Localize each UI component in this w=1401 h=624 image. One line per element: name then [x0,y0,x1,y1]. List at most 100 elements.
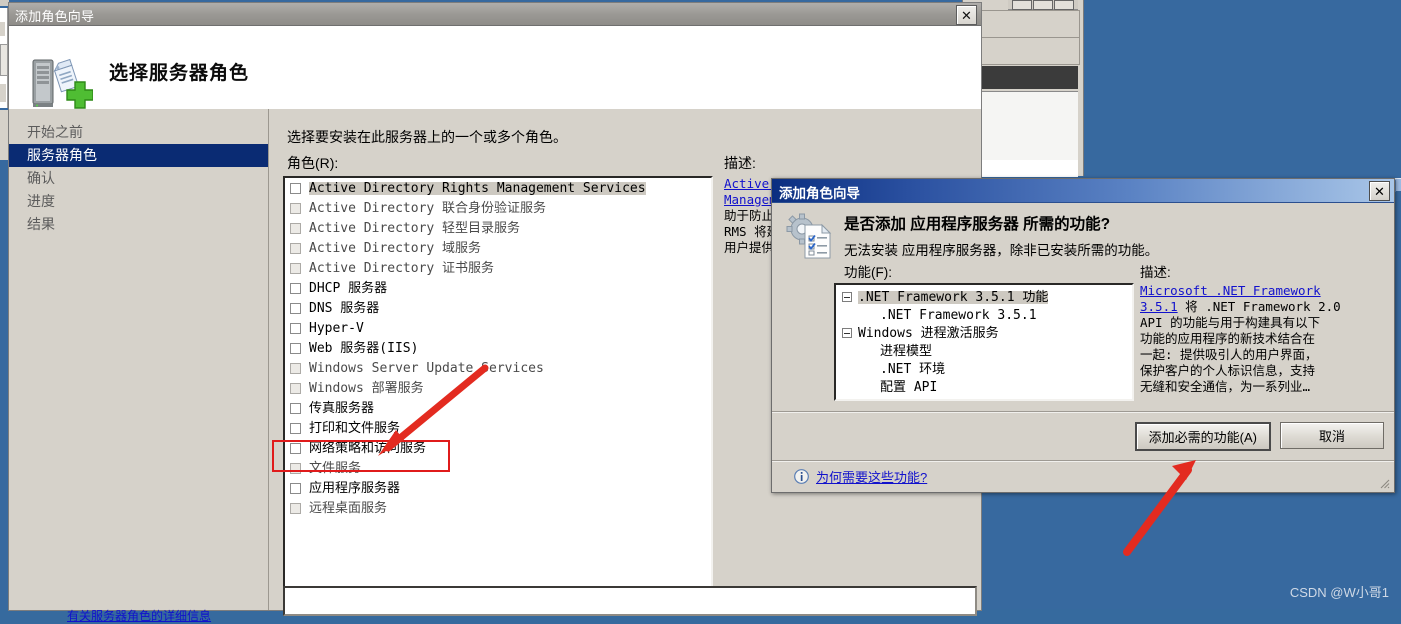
checkbox-icon[interactable] [290,242,301,254]
cancel-button[interactable]: 取消 [1280,422,1384,449]
feature-label: 配置 API [880,379,938,395]
dialog-description-line: API 的功能与用于构建具有以下 [1140,315,1321,330]
dotnet-framework-link-cont[interactable]: 3.5.1 [1140,299,1178,314]
feature-tree-item[interactable]: Windows 进程激活服务 [836,324,1132,342]
dialog-description-line: Microsoft .NET Framework [1140,283,1384,299]
role-label: 网络策略和访问服务 [309,440,427,456]
add-required-features-button[interactable]: 添加必需的功能(A) [1134,422,1271,451]
left-edge-fragment-6 [0,110,8,160]
feature-label: .NET Framework 3.5.1 功能 [858,289,1049,305]
role-list-item[interactable]: DHCP 服务器 [285,278,711,298]
checkbox-icon[interactable] [290,282,301,294]
info-icon [794,469,809,484]
close-icon[interactable]: ✕ [956,5,977,25]
role-list-item[interactable]: 打印和文件服务 [285,418,711,438]
dialog-title-bar: 添加角色向导 ✕ [772,179,1394,203]
dotnet-framework-link[interactable]: Microsoft .NET Framework [1140,283,1321,298]
feature-label: 进程模型 [880,343,933,359]
background-maximize-button[interactable] [1033,0,1053,10]
close-icon[interactable]: ✕ [1369,181,1390,201]
role-label: Active Directory 联合身份验证服务 [309,200,547,216]
background-dark-row [979,66,1078,89]
checkbox-icon[interactable] [290,322,301,334]
background-white-panel [979,91,1078,160]
role-label: DNS 服务器 [309,300,380,316]
role-list-item[interactable]: Active Directory 轻型目录服务 [285,218,711,238]
checkbox-icon[interactable] [290,302,301,314]
roles-list[interactable]: Active Directory Rights Management Servi… [283,176,713,612]
dialog-separator [772,411,1394,413]
sidebar-item-0[interactable]: 开始之前 [9,121,268,144]
role-label: Hyper-V [309,320,364,336]
checkbox-icon[interactable] [290,342,301,354]
checkbox-icon[interactable] [290,422,301,434]
role-list-item[interactable]: Active Directory 域服务 [285,238,711,258]
feature-label: Windows 进程激活服务 [858,325,999,341]
role-list-item[interactable]: 远程桌面服务 [285,498,711,518]
role-list-item[interactable]: 文件服务 [285,458,711,478]
wizard-bottom-field [283,586,977,616]
collapse-icon[interactable] [842,292,852,302]
role-list-item[interactable]: Windows 部署服务 [285,378,711,398]
checkbox-icon[interactable] [290,382,301,394]
dialog-help-row: 为何需要这些功能? [794,467,927,486]
checkbox-icon[interactable] [290,462,301,474]
sidebar-item-4[interactable]: 结果 [9,213,268,236]
role-label: Active Directory 域服务 [309,240,482,256]
features-tree[interactable]: .NET Framework 3.5.1 功能 .NET Framework 3.… [834,283,1134,401]
sidebar-item-3[interactable]: 进度 [9,190,268,213]
role-list-item[interactable]: Active Directory 证书服务 [285,258,711,278]
intro-text: 选择要安装在此服务器上的一个或多个角色。 [287,129,567,145]
dialog-button-row: 添加必需的功能(A) 取消 [1134,422,1384,451]
left-edge-fragment-5 [0,84,6,102]
background-minimize-button[interactable] [1012,0,1032,10]
why-features-link[interactable]: 为何需要这些功能? [816,467,927,486]
left-edge-fragment-3 [0,22,5,36]
role-list-item[interactable]: Hyper-V [285,318,711,338]
checkbox-icon[interactable] [290,202,301,214]
dialog-description-line: 一起: 提供吸引人的用户界面， [1140,347,1318,362]
role-label: Windows 部署服务 [309,380,424,396]
background-panel-row-2 [979,37,1080,65]
role-label: Windows Server Update Services [309,360,544,376]
resize-grip-icon[interactable] [1378,477,1390,489]
role-list-item[interactable]: 应用程序服务器 [285,478,711,498]
feature-label: .NET Framework 3.5.1 [880,307,1037,323]
add-features-dialog: 添加角色向导 ✕ 是否添加 应用程序服务器 所需的功能? 无法安装 应用程序服务… [771,178,1395,493]
checkbox-icon[interactable] [290,402,301,414]
sidebar-item-1[interactable]: 服务器角色 [9,144,268,167]
role-list-item[interactable]: 网络策略和访问服务 [285,438,711,458]
feature-tree-item[interactable]: .NET 环境 [836,360,1132,378]
dialog-description-label: 描述: [1140,265,1171,280]
role-list-item[interactable]: 传真服务器 [285,398,711,418]
background-close-button[interactable] [1054,0,1074,10]
gear-checklist-icon [786,213,832,259]
feature-tree-item[interactable]: .NET Framework 3.5.1 [836,306,1132,324]
feature-tree-item[interactable]: .NET Framework 3.5.1 功能 [836,288,1132,306]
checkbox-icon[interactable] [290,262,301,274]
dialog-description-line: 保护客户的个人标识信息，支持 [1140,363,1316,378]
roles-label: 角色(R): [287,155,339,171]
role-list-item[interactable]: Windows Server Update Services [285,358,711,378]
collapse-icon[interactable] [842,328,852,338]
role-list-item[interactable]: DNS 服务器 [285,298,711,318]
role-list-item[interactable]: Active Directory Rights Management Servi… [285,178,711,198]
page-title: 选择服务器角色 [109,63,250,84]
role-label: Active Directory Rights Management Servi… [309,180,646,196]
feature-tree-item[interactable]: 进程模型 [836,342,1132,360]
checkbox-icon[interactable] [290,182,301,194]
dialog-description-line: 3.5.1 将 .NET Framework 2.0 [1140,299,1341,314]
wizard-sidebar: 开始之前 服务器角色 确认 进度 结果 [9,109,269,610]
checkbox-icon[interactable] [290,442,301,454]
more-about-roles-link[interactable]: 有关服务器角色的详细信息 [67,607,211,624]
feature-tree-item[interactable]: 配置 API [836,378,1132,396]
role-list-item[interactable]: Web 服务器(IIS) [285,338,711,358]
role-list-item[interactable]: Active Directory 联合身份验证服务 [285,198,711,218]
dialog-title: 添加角色向导 [779,186,860,201]
background-white-strip [979,160,1078,177]
checkbox-icon[interactable] [290,222,301,234]
checkbox-icon[interactable] [290,482,301,494]
checkbox-icon[interactable] [290,502,301,514]
checkbox-icon[interactable] [290,362,301,374]
sidebar-item-2[interactable]: 确认 [9,167,268,190]
